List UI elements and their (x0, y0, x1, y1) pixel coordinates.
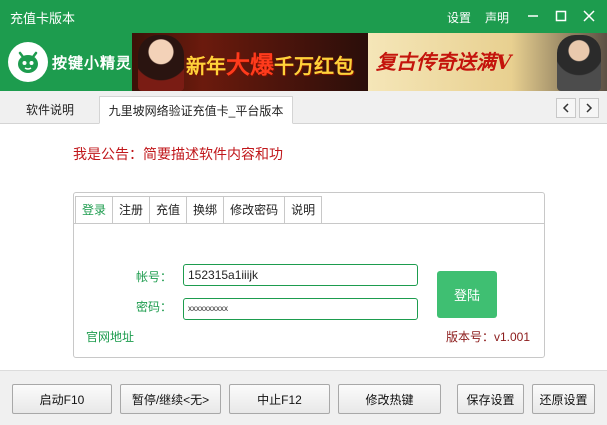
panel-tab-divider (74, 223, 544, 224)
account-input[interactable]: 152315a1iiijk (183, 264, 418, 286)
tab-software-info[interactable]: 软件说明 (4, 96, 96, 124)
start-button[interactable]: 启动F10 (12, 384, 112, 414)
header-band: 按键小精灵 新年大爆千万红包 复古传奇送满V (0, 33, 607, 91)
app-logo-icon (8, 42, 48, 82)
bottom-toolbar: 启动F10 暂停/继续<无> 中止F12 修改热键 保存设置 还原设置 (0, 370, 607, 425)
tab-register[interactable]: 注册 (113, 196, 151, 224)
pause-resume-button[interactable]: 暂停/继续<无> (120, 384, 221, 414)
close-icon[interactable] (577, 4, 601, 28)
edit-hotkey-button[interactable]: 修改热键 (338, 384, 441, 414)
tab-recharge[interactable]: 充值 (150, 196, 188, 224)
tab-recharge-card[interactable]: 九里坡网络验证充值卡_平台版本 (99, 96, 293, 124)
official-site-link[interactable]: 官网地址 (86, 328, 134, 345)
banner-right-text: 复古传奇送满V (376, 50, 512, 74)
tab-rebind[interactable]: 换绑 (187, 196, 225, 224)
password-label: 密码： (136, 300, 173, 314)
version-label: 版本号：v1.001 (445, 330, 530, 344)
menu-statement[interactable]: 声明 (485, 9, 509, 26)
window-title: 充值卡版本 (10, 11, 76, 26)
login-button[interactable]: 登陆 (437, 271, 497, 318)
menu-settings[interactable]: 设置 (447, 9, 471, 26)
tab-scroll-right-icon[interactable] (579, 98, 599, 118)
app-logo-text: 按键小精灵 (52, 55, 133, 72)
banner-left-text: 新年大爆千万红包 (186, 50, 354, 79)
panel-tabs: 登录 注册 充值 换绑 修改密码 说明 (75, 196, 323, 224)
tab-scroll-left-icon[interactable] (556, 98, 576, 118)
login-panel: 登录 注册 充值 换绑 修改密码 说明 帐号： 152315a1iiijk 密码… (73, 192, 545, 358)
restore-settings-button[interactable]: 还原设置 (532, 384, 595, 414)
main-tab-strip: 软件说明 九里坡网络验证充值卡_平台版本 (0, 91, 607, 124)
banner-character-image (138, 35, 184, 91)
tab-login[interactable]: 登录 (75, 196, 114, 224)
save-settings-button[interactable]: 保存设置 (457, 384, 524, 414)
title-bar: 充值卡版本 设置 声明 (0, 0, 607, 33)
minimize-icon[interactable] (521, 4, 545, 28)
account-label: 帐号： (136, 270, 173, 284)
banner-warrior-image (557, 35, 601, 91)
maximize-icon[interactable] (549, 4, 573, 28)
announcement-text: 我是公告：简要描述软件内容和功 (73, 146, 283, 162)
tab-instructions[interactable]: 说明 (285, 196, 323, 224)
content-area: 我是公告：简要描述软件内容和功 登录 注册 充值 换绑 修改密码 说明 帐号： … (0, 124, 607, 370)
password-input[interactable]: xxxxxxxxxx (183, 298, 418, 320)
stop-button[interactable]: 中止F12 (229, 384, 330, 414)
tab-change-password[interactable]: 修改密码 (224, 196, 286, 224)
ad-banner-right[interactable]: 复古传奇送满V (368, 33, 607, 91)
ad-banner-left[interactable]: 新年大爆千万红包 (132, 33, 368, 91)
